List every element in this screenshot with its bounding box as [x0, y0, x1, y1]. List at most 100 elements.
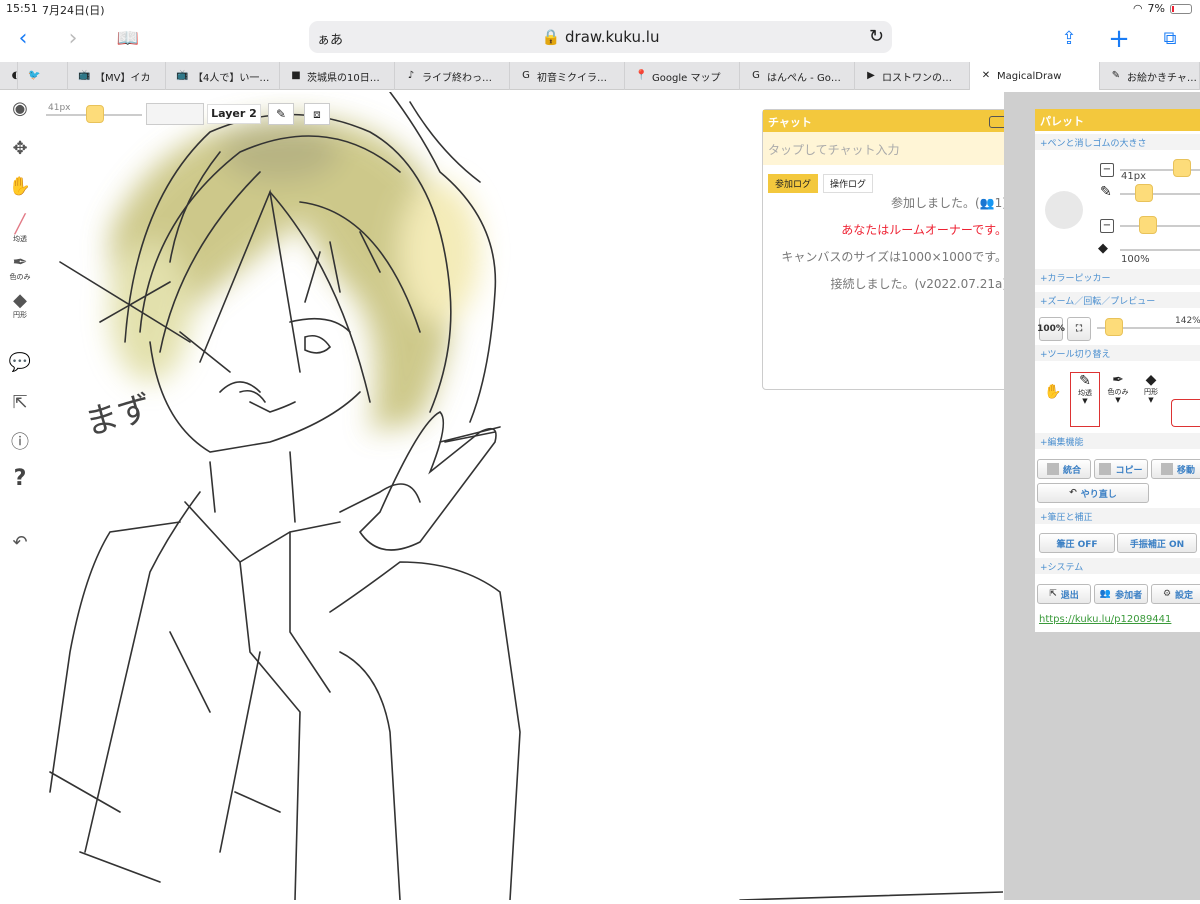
tool-label: 色のみ — [9, 273, 31, 281]
browser-tab[interactable]: 📺 【MV】イカ — [68, 62, 166, 90]
wifi-icon: ◠ — [1132, 2, 1143, 15]
browser-tab[interactable]: 📍 Google マップ — [625, 62, 740, 90]
pen-icon[interactable]: ╱ 均透 — [6, 214, 34, 243]
browser-tab[interactable]: G はんぺん - Go… — [740, 62, 855, 90]
eyedropper-icon[interactable]: ✒ 色のみ — [6, 252, 34, 281]
browser-toolbar: ‹ › 📖 ぁあ 🔒 draw.kuku.lu ↻ ⇪ + ⧉ — [0, 18, 1200, 60]
participants-icon: 👥 — [1099, 589, 1112, 599]
pen-size-minus-button[interactable]: − — [1100, 163, 1114, 177]
reload-icon[interactable]: ↻ — [869, 26, 884, 47]
browser-tab[interactable]: ◐ — [0, 62, 18, 90]
left-toolbar: ◉ ✥ ✋ ╱ 均透 ✒ 色のみ ◆ 円形 💬 ⇱ ⓘ? ↶ — [0, 92, 40, 900]
nicovideo-icon: 📺 — [78, 70, 91, 81]
settings-button[interactable]: ⚙ 設定 — [1151, 584, 1200, 604]
color-wheel-icon[interactable]: ◉ — [6, 98, 34, 119]
layer-transform-icon[interactable]: ⧈ — [304, 103, 330, 125]
room-url-link[interactable]: https://kuku.lu/p12089441 — [1039, 614, 1171, 625]
gear-icon: ⚙ — [1162, 589, 1172, 599]
new-tab-icon[interactable]: + — [1104, 24, 1134, 54]
status-time: 15:51 — [6, 2, 38, 15]
pen-size-slider-2[interactable] — [1120, 193, 1200, 195]
layer-button[interactable]: Layer 2 — [207, 104, 261, 124]
eraser-size-slider[interactable] — [1120, 225, 1200, 227]
palette-title: パレット — [1035, 109, 1200, 131]
tab-label: はんぺん - Go… — [767, 72, 841, 84]
chat-tab-join-log[interactable]: 参加ログ — [768, 174, 819, 193]
section-system[interactable]: +システム — [1035, 558, 1200, 574]
section-tool-switch[interactable]: +ツール切り替え — [1035, 345, 1200, 361]
fit-screen-icon[interactable]: ⛶ — [1067, 317, 1091, 341]
youtube-icon: ▶ — [867, 70, 875, 81]
move-icon[interactable]: ✥ — [6, 138, 34, 159]
pen-tool-button[interactable]: ✎ 均透 ▼ — [1070, 372, 1100, 427]
tab-label: Google マップ — [652, 72, 721, 84]
eraser-minus-button[interactable]: − — [1100, 219, 1114, 233]
zoom-reset-button[interactable]: 100% — [1037, 317, 1065, 341]
exit-button[interactable]: ⇱ 退出 — [1037, 584, 1091, 604]
redo-button[interactable]: ↶ やり直し — [1037, 483, 1149, 503]
layer-settings-icon[interactable]: ✎ — [268, 103, 294, 125]
browser-tab[interactable]: ✕ MagicalDraw — [970, 62, 1100, 90]
bookmarks-icon[interactable]: 📖 — [113, 24, 143, 54]
move-button[interactable]: 移動 — [1151, 459, 1200, 479]
status-date: 7月24日(日) — [42, 4, 105, 17]
pen-icon: ✎ — [1100, 184, 1112, 200]
tiktok-icon: ♪ — [407, 70, 415, 81]
undo-icon[interactable]: ↶ — [6, 532, 34, 553]
chat-input[interactable]: タップしてチャット入力 — [763, 132, 1015, 165]
url-text: draw.kuku.lu — [565, 28, 660, 46]
hand-tool-button[interactable]: ✋ — [1038, 372, 1068, 427]
browser-tab[interactable]: G 初音ミクイラ… — [510, 62, 625, 90]
stabilizer-toggle-button[interactable]: 手振補正 ON — [1117, 533, 1197, 553]
address-bar[interactable]: ぁあ 🔒 draw.kuku.lu ↻ — [309, 21, 892, 53]
chat-bubble-icon[interactable]: 💬 — [6, 352, 34, 373]
section-pressure[interactable]: +筆圧と補正 — [1035, 508, 1200, 524]
maps-pin-icon: 📍 — [635, 70, 648, 81]
participants-button[interactable]: 👥 参加者 — [1094, 584, 1148, 604]
close-icon[interactable]: ✕ — [980, 70, 992, 82]
tab-label: 茨城県の10日… — [307, 72, 380, 84]
current-color-swatch[interactable] — [146, 103, 204, 125]
tab-bar: ◐ 🐦 📺 【MV】イカ 📺 【4人で】い一… ■ 茨城県の10日… ♪ ライブ終わっ… G 初音ミク… — [0, 62, 1200, 90]
pen-size-knob[interactable] — [1135, 184, 1153, 202]
back-icon[interactable]: ‹ — [8, 24, 38, 54]
section-zoom[interactable]: +ズーム／回転／プレビュー — [1035, 292, 1200, 308]
forward-icon[interactable]: › — [58, 24, 88, 54]
brush-size-knob[interactable] — [86, 105, 104, 123]
section-color-picker[interactable]: +カラーピッカー — [1035, 269, 1200, 285]
tab-label: MagicalDraw — [997, 70, 1062, 82]
info-icon[interactable]: ⓘ — [6, 428, 34, 454]
tab-overview-icon[interactable]: ⧉ — [1155, 24, 1185, 54]
pressure-toggle-button[interactable]: 筆圧 OFF — [1039, 533, 1115, 553]
eyedropper-tool-button[interactable]: ✒ 色のみ ▼ — [1103, 372, 1133, 427]
eraser-size-knob[interactable] — [1139, 216, 1157, 234]
chat-message: 接続しました。(v2022.07.21a) — [830, 277, 1007, 291]
hand-icon: ✋ — [1044, 384, 1062, 400]
zoom-knob[interactable] — [1105, 318, 1123, 336]
hand-icon[interactable]: ✋ — [6, 176, 34, 197]
browser-tab[interactable]: 📺 【4人で】い一… — [166, 62, 280, 90]
tab-label: 【4人で】い一… — [193, 72, 270, 84]
browser-tab[interactable]: ♪ ライブ終わっ… — [395, 62, 510, 90]
eraser-opacity-slider[interactable] — [1120, 249, 1200, 251]
browser-tab[interactable]: 🐦 — [18, 62, 68, 90]
browser-tab[interactable]: ✎ お絵かきチャ… — [1100, 62, 1200, 90]
share-icon[interactable]: ⇪ — [1054, 24, 1084, 54]
section-edit[interactable]: +編集機能 — [1035, 433, 1200, 449]
eraser-icon[interactable]: ◆ 円形 — [6, 290, 34, 319]
merge-button[interactable]: 統合 — [1037, 459, 1091, 479]
status-bar: 15:51 7月24日(日) ◠ 7% — [0, 0, 1200, 18]
pen-size-knob-top[interactable] — [1173, 159, 1191, 177]
chat-tab-operation-log[interactable]: 操作ログ — [823, 174, 874, 193]
chat-panel: チャット タップしてチャット入力 参加ログ 操作ログ 参加しました。(👥1) あな… — [762, 109, 1016, 390]
copy-button[interactable]: コピー — [1094, 459, 1148, 479]
section-brush-size[interactable]: +ペンと消しゴムの大きさ — [1035, 134, 1200, 150]
help-icon[interactable]: ? — [6, 466, 34, 491]
nicovideo-icon: 📺 — [176, 70, 189, 81]
layer-tool-button[interactable] — [1171, 399, 1200, 427]
eraser-tool-button[interactable]: ◆ 円形 ▼ — [1136, 372, 1166, 427]
browser-tab[interactable]: ■ 茨城県の10日… — [280, 62, 395, 90]
exit-icon[interactable]: ⇱ — [6, 392, 34, 413]
eraser-icon: ◆ — [1098, 241, 1108, 256]
browser-tab[interactable]: ▶ ロストワンの… — [855, 62, 970, 90]
